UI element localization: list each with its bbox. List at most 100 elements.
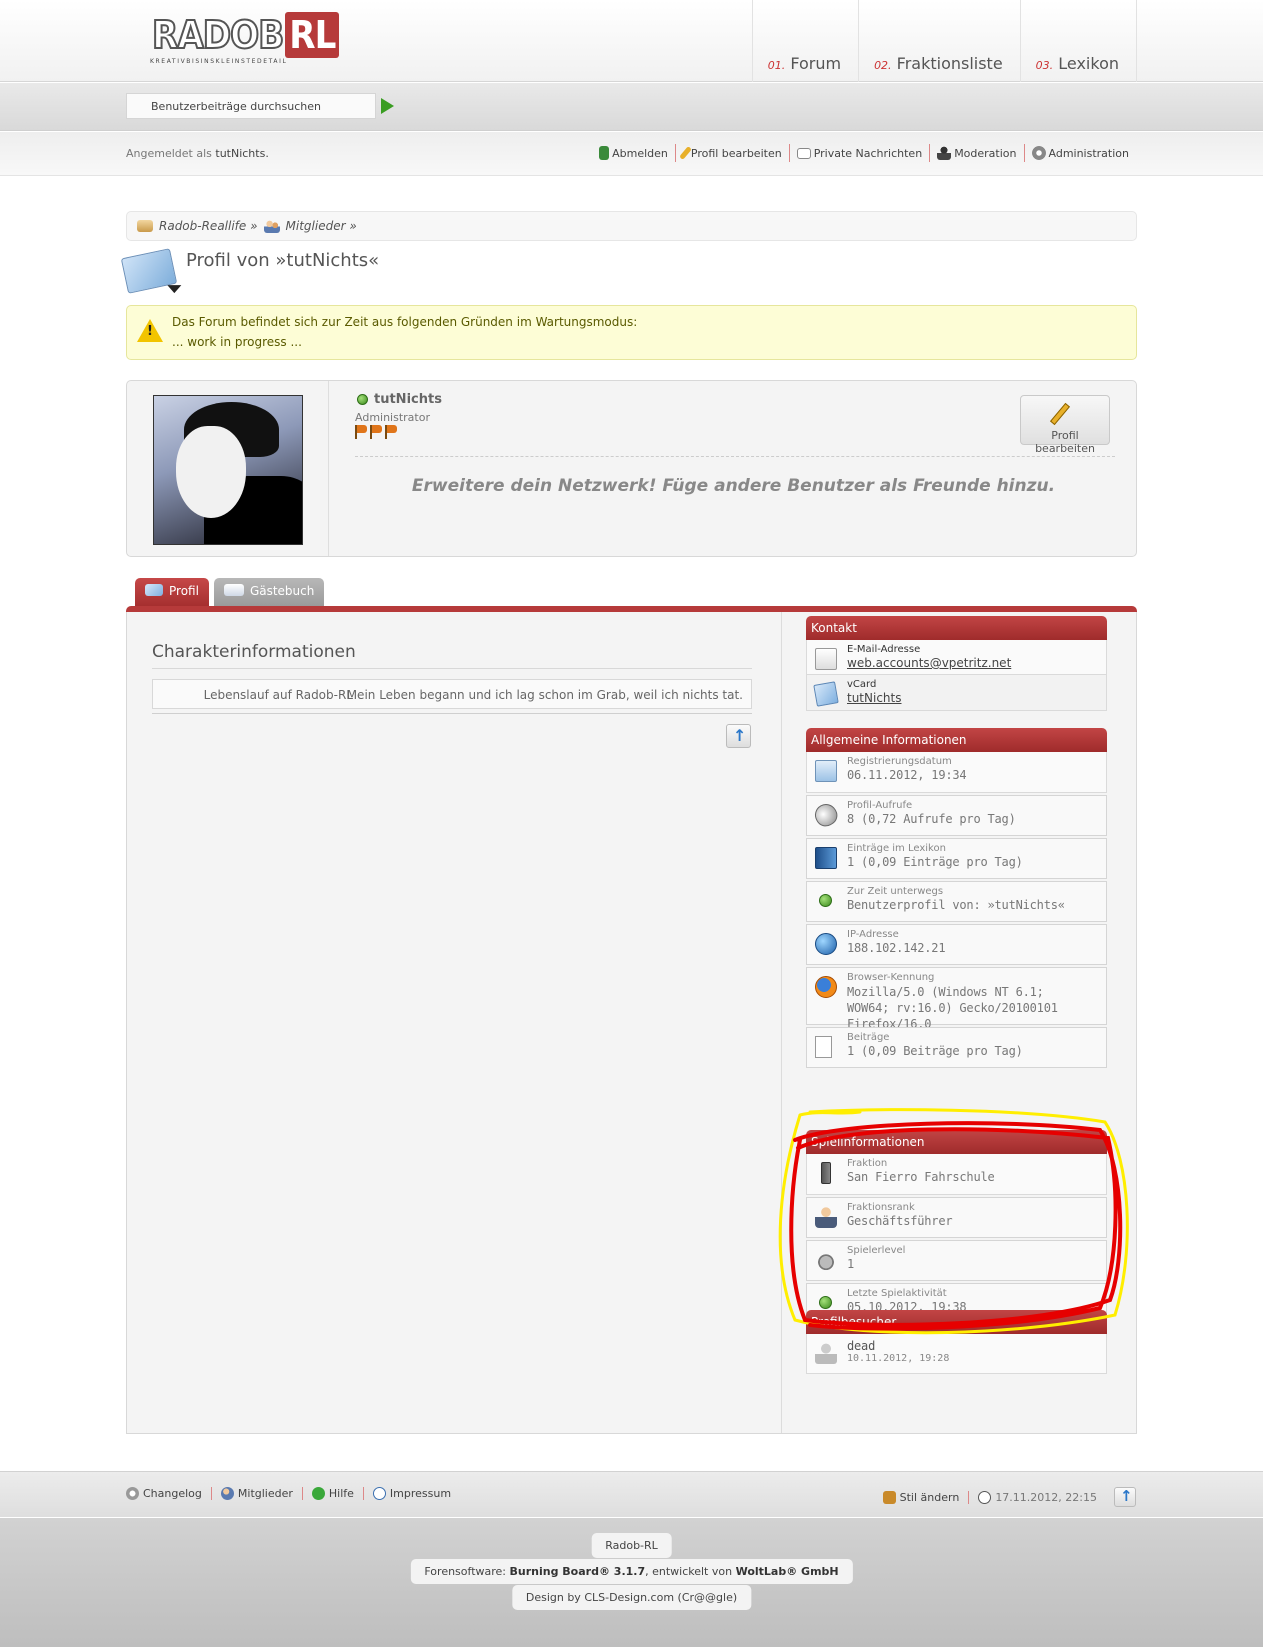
scroll-top-button[interactable] bbox=[1114, 1487, 1136, 1507]
private-messages-link[interactable]: Private Nachrichten bbox=[788, 144, 930, 162]
logout-link[interactable]: Abmelden bbox=[592, 144, 675, 162]
visitor-name[interactable]: dead bbox=[847, 1339, 1106, 1353]
document-icon bbox=[815, 1036, 832, 1058]
site-header: RADOB RL KREATIVBISINSKLEINSTEDETAIL 01. … bbox=[0, 0, 1263, 82]
character-value: Mein Leben begann und ich lag schon im G… bbox=[346, 688, 743, 702]
tab-label: Gästebuch bbox=[249, 584, 315, 598]
online-status-icon bbox=[357, 394, 368, 405]
mouse-icon bbox=[810, 799, 842, 831]
changelog-link[interactable]: Changelog bbox=[126, 1487, 211, 1500]
profile-header: tutNichts Administrator Profil bearbeite… bbox=[126, 380, 1137, 557]
menu-label: Administration bbox=[1048, 146, 1130, 160]
menu-label: Moderation bbox=[954, 146, 1017, 160]
nav-lexikon[interactable]: 03. Lexikon bbox=[1019, 0, 1137, 82]
email-link[interactable]: web.accounts@vpetritz.net bbox=[847, 656, 1106, 670]
clock-icon bbox=[978, 1490, 992, 1504]
nav-number: 01. bbox=[767, 59, 786, 72]
info-row: Einträge im Lexikon 1 (0,09 Einträge pro… bbox=[806, 838, 1107, 879]
help-link[interactable]: Hilfe bbox=[301, 1487, 363, 1500]
logo-tagline: KREATIVBISINSKLEINSTEDETAIL bbox=[150, 58, 288, 65]
row-label: Zur Zeit unterwegs bbox=[847, 886, 944, 897]
row-label: Browser-Kennung bbox=[847, 972, 935, 983]
book-icon bbox=[815, 847, 837, 869]
copyright-area: Radob-RL Forensoftware: Burning Board® 3… bbox=[0, 1518, 1263, 1647]
warning-icon: ! bbox=[137, 319, 163, 342]
search-bar bbox=[0, 83, 1263, 131]
footer-bar: Changelog Mitglieder Hilfe Impressum Sti… bbox=[0, 1471, 1263, 1517]
vcard-link[interactable]: tutNichts bbox=[847, 691, 1106, 705]
search-submit-icon[interactable] bbox=[381, 98, 394, 114]
menu-label: Private Nachrichten bbox=[813, 146, 923, 160]
visitor-avatar bbox=[815, 1342, 837, 1364]
row-label: Registrierungsdatum bbox=[847, 756, 952, 767]
row-value: San Fierro Fahrschule bbox=[847, 1170, 995, 1184]
moderation-link[interactable]: Moderation bbox=[929, 144, 1023, 162]
profile-content: Charakterinformationen Lebenslauf auf Ra… bbox=[126, 612, 1137, 1434]
person-icon bbox=[815, 1206, 837, 1228]
edit-profile-link[interactable]: Profil bearbeiten bbox=[674, 144, 789, 162]
vcard-row: vCard tutNichts bbox=[806, 675, 1107, 711]
game-info-title: Spielinformationen bbox=[806, 1130, 1107, 1154]
main-column: Charakterinformationen Lebenslauf auf Ra… bbox=[127, 612, 782, 1433]
notice-line-1: Das Forum befindet sich zur Zeit aus fol… bbox=[172, 315, 638, 329]
row-value: 8 (0,72 Aufrufe pro Tag) bbox=[847, 812, 1016, 826]
page-title: Profil von »tutNichts« bbox=[186, 250, 380, 271]
row-label: vCard bbox=[847, 679, 877, 690]
tab-label: Profil bbox=[169, 584, 199, 598]
software-vendor[interactable]: WoltLab® GmbH bbox=[736, 1565, 839, 1578]
nav-fraktionsliste[interactable]: 02. Fraktionsliste bbox=[858, 0, 1020, 82]
administration-link[interactable]: Administration bbox=[1023, 144, 1137, 162]
divider bbox=[152, 713, 752, 714]
row-label: Fraktion bbox=[847, 1158, 888, 1169]
main-navigation: 01. Forum 02. Fraktionsliste 03. Lexikon bbox=[751, 0, 1137, 82]
row-label: Spielerlevel bbox=[847, 1245, 906, 1256]
edit-profile-button[interactable]: Profil bearbeiten bbox=[1020, 395, 1110, 455]
breadcrumb-members[interactable]: Mitglieder » bbox=[286, 219, 357, 233]
section-title: Charakterinformationen bbox=[152, 642, 752, 669]
gear-icon bbox=[126, 1487, 139, 1500]
row-label: IP-Adresse bbox=[847, 929, 899, 940]
site-logo[interactable]: RADOB RL KREATIVBISINSKLEINSTEDETAIL bbox=[150, 12, 340, 65]
change-style-link[interactable]: Stil ändern bbox=[882, 1490, 969, 1504]
logged-username[interactable]: tutNichts. bbox=[215, 147, 268, 160]
members-icon bbox=[263, 219, 280, 233]
row-value: 1 (0,09 Einträge pro Tag) bbox=[847, 855, 1023, 869]
info-row: Zur Zeit unterwegs Benutzerprofil von: »… bbox=[806, 881, 1107, 922]
email-icon bbox=[815, 648, 837, 670]
door-icon bbox=[599, 146, 610, 160]
general-info-title: Allgemeine Informationen bbox=[806, 728, 1107, 752]
design-credit[interactable]: Design by CLS-Design.com (Cr@@gle) bbox=[511, 1585, 752, 1610]
online-status-icon bbox=[819, 894, 832, 907]
contact-box: Kontakt E-Mail-Adresse web.accounts@vpet… bbox=[806, 616, 1107, 711]
footer-label: Stil ändern bbox=[899, 1490, 960, 1504]
members-link[interactable]: Mitglieder bbox=[210, 1487, 302, 1500]
profile-tabs: Profil Gästebuch bbox=[135, 578, 325, 606]
edit-profile-label: Profil bearbeiten bbox=[1035, 429, 1095, 455]
rank-flags-icon bbox=[355, 425, 397, 439]
profile-card-icon bbox=[120, 248, 178, 294]
game-info-box: Spielinformationen Fraktion San Fierro F… bbox=[806, 1130, 1107, 1324]
guestbook-icon bbox=[223, 584, 244, 596]
nav-forum[interactable]: 01. Forum bbox=[751, 0, 858, 82]
traffic-light-icon bbox=[821, 1162, 831, 1184]
breadcrumb-home[interactable]: Radob-Reallife » bbox=[159, 219, 258, 233]
profile-card-icon bbox=[145, 584, 163, 596]
logged-in-status: Angemeldet als tutNichts. bbox=[126, 147, 269, 160]
row-label: Einträge im Lexikon bbox=[847, 843, 946, 854]
envelope-icon bbox=[796, 147, 811, 159]
scroll-top-button[interactable] bbox=[726, 724, 751, 748]
visitor-row[interactable]: dead 10.11.2012, 19:28 bbox=[806, 1334, 1107, 1374]
row-label: Beiträge bbox=[847, 1032, 890, 1043]
info-icon bbox=[372, 1487, 386, 1500]
site-name: Radob-RL bbox=[591, 1533, 672, 1558]
search-input[interactable] bbox=[126, 93, 376, 119]
imprint-link[interactable]: Impressum bbox=[362, 1487, 460, 1500]
tab-profil[interactable]: Profil bbox=[135, 578, 209, 606]
tab-gaestebuch[interactable]: Gästebuch bbox=[213, 578, 325, 606]
calendar-icon bbox=[815, 760, 837, 782]
software-name[interactable]: Burning Board® 3.1.7 bbox=[510, 1565, 646, 1578]
info-row: Profil-Aufrufe 8 (0,72 Aufrufe pro Tag) bbox=[806, 795, 1107, 836]
footer-label: Hilfe bbox=[328, 1487, 354, 1500]
nav-label: Lexikon bbox=[1058, 54, 1119, 73]
menu-label: Profil bearbeiten bbox=[690, 146, 782, 160]
